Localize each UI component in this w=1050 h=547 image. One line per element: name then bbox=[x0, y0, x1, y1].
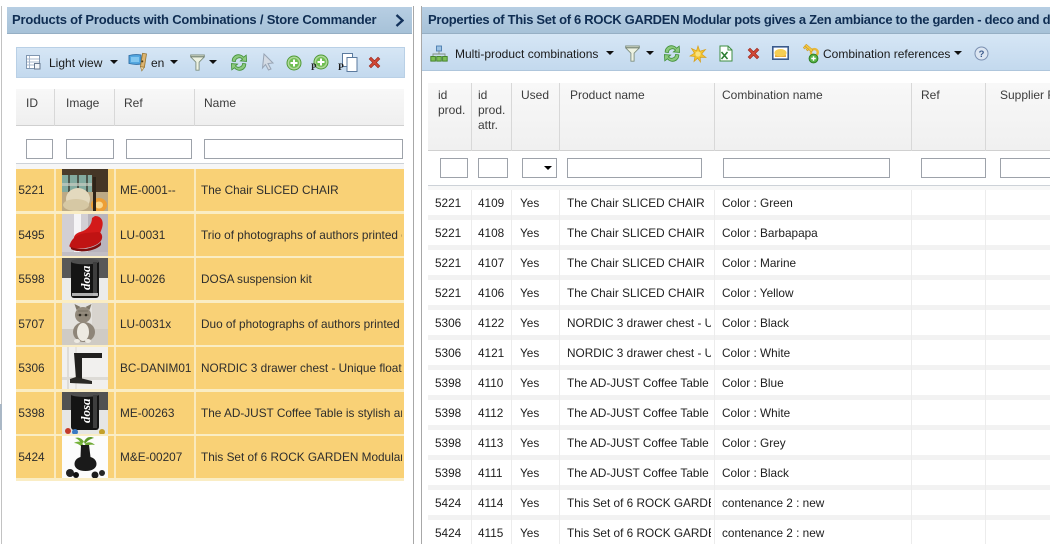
svg-text:dosa: dosa bbox=[78, 397, 93, 422]
svg-text:?: ? bbox=[979, 49, 985, 60]
svg-text:P: P bbox=[311, 62, 317, 72]
svg-text:P: P bbox=[338, 63, 344, 72]
svg-text:dosa: dosa bbox=[78, 265, 93, 290]
